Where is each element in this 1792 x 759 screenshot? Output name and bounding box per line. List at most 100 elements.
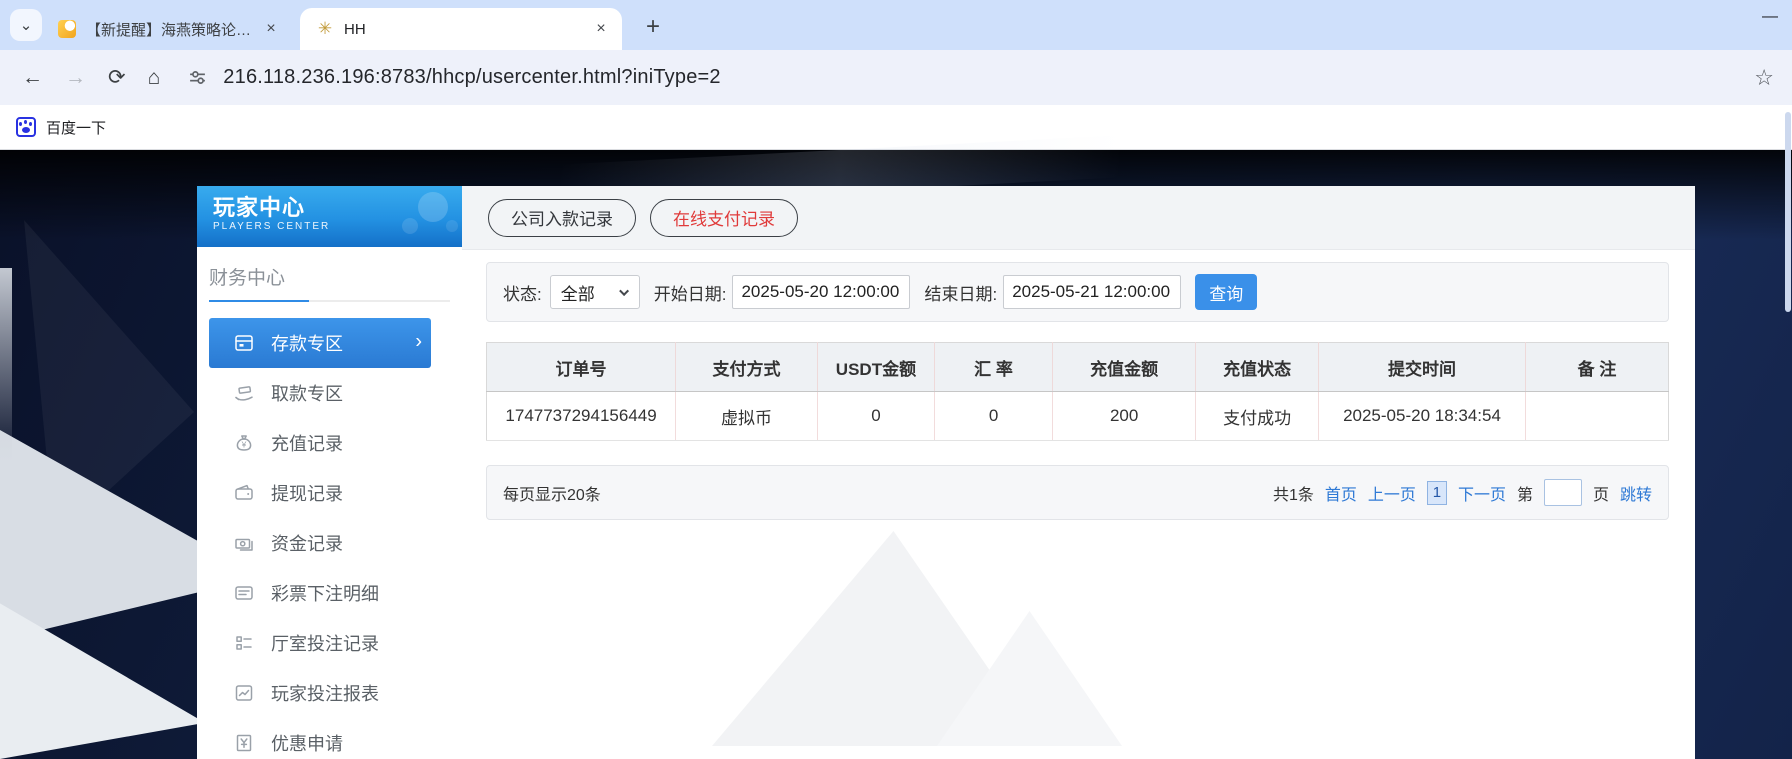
jump-suffix-label: 页 xyxy=(1592,486,1609,504)
tab-search-button[interactable]: ⌄ xyxy=(10,9,42,41)
record-content: 状态: 全部 开始日期: 结束日期: 查询 xyxy=(462,250,1695,520)
bookmarks-bar: 百度一下 xyxy=(0,105,1792,150)
hall-bet-record-icon xyxy=(233,632,255,654)
recharge-record-icon: ¥ xyxy=(233,432,255,454)
minimize-window-button[interactable]: — xyxy=(1762,8,1778,26)
sidebar-item-hall-bet-record[interactable]: 厅室投注记录 xyxy=(197,618,462,668)
cell-usdt-amount: 0 xyxy=(816,391,935,441)
sidebar-section-finance: 财务中心 xyxy=(209,268,286,289)
cell-order-no: 1747737294156449 xyxy=(486,391,676,441)
status-select[interactable]: 全部 xyxy=(549,275,640,309)
reload-icon[interactable]: ⟳ xyxy=(108,65,126,90)
baidu-paw-icon xyxy=(16,117,36,137)
sidebar-item-label: 玩家投注报表 xyxy=(271,684,379,704)
home-icon[interactable]: ⌂ xyxy=(148,66,161,90)
bookmark-baidu[interactable]: 百度一下 xyxy=(46,117,106,138)
bookmark-star-icon[interactable]: ☆ xyxy=(1754,65,1774,91)
tab-online-payment-record[interactable]: 在线支付记录 xyxy=(650,198,798,237)
address-bar-url[interactable]: 216.118.236.196:8783/hhcp/usercenter.htm… xyxy=(223,66,720,89)
cell-payment-method: 虚拟币 xyxy=(675,391,818,441)
back-icon[interactable]: ← xyxy=(22,66,43,90)
end-date-label: 结束日期: xyxy=(924,284,998,304)
cell-recharge-status: 支付成功 xyxy=(1195,391,1319,441)
forward-icon[interactable]: → xyxy=(65,66,86,90)
main-content-panel: 公司入款记录 在线支付记录 状态: 全部 开始日期: 结束日期: 查询 xyxy=(462,186,1695,759)
pagination-bar: 每页显示20条 共1条 首页 上一页 1 下一页 第 页 跳转 xyxy=(486,465,1669,520)
jump-page-input[interactable] xyxy=(1543,479,1582,506)
chevron-right-icon: › xyxy=(415,330,422,353)
col-exchange-rate: 汇 率 xyxy=(933,342,1053,392)
screenshot-root: ⌄ 【新提醒】海燕策略论坛 - × ✳ HH × + — ← → ⟳ ⌂ 216 xyxy=(0,0,1792,759)
next-page-link[interactable]: 下一页 xyxy=(1458,481,1506,505)
cell-submit-time: 2025-05-20 18:34:54 xyxy=(1318,391,1526,441)
jump-link[interactable]: 跳转 xyxy=(1620,481,1652,505)
promo-apply-icon xyxy=(233,732,255,754)
deposit-icon xyxy=(233,332,255,354)
sidebar-item-funds-record[interactable]: 资金记录 xyxy=(197,518,462,568)
total-count: 共1条 xyxy=(1273,486,1314,504)
browser-tab-forum[interactable]: 【新提醒】海燕策略论坛 - × xyxy=(42,8,292,50)
filter-bar: 状态: 全部 开始日期: 结束日期: 查询 xyxy=(486,262,1669,322)
cell-recharge-amount: 200 xyxy=(1052,391,1196,441)
section-divider xyxy=(209,300,450,302)
col-order-no: 订单号 xyxy=(486,342,676,392)
payment-records-table: 订单号 支付方式 USDT金额 汇 率 充值金额 充值状态 提交时间 备 注 1 xyxy=(486,342,1669,441)
sidebar-item-label: 厅室投注记录 xyxy=(271,634,379,654)
col-submit-time: 提交时间 xyxy=(1318,342,1526,392)
sidebar-item-withdrawal-record[interactable]: 提现记录 xyxy=(197,468,462,518)
record-tab-row: 公司入款记录 在线支付记录 xyxy=(462,186,1695,250)
search-button[interactable]: 查询 xyxy=(1195,274,1258,310)
decorative-circle xyxy=(418,192,448,222)
prev-page-link[interactable]: 上一页 xyxy=(1368,481,1416,505)
sidebar-header: 玩家中心 PLAYERS CENTER xyxy=(197,186,462,247)
col-usdt-amount: USDT金额 xyxy=(816,342,935,392)
page-scrollbar-thumb[interactable] xyxy=(1785,112,1791,312)
sidebar-item-recharge-record[interactable]: ¥ 充值记录 xyxy=(197,418,462,468)
table-row: 1747737294156449 虚拟币 0 0 200 支付成功 2025-0… xyxy=(486,391,1669,441)
close-icon[interactable]: × xyxy=(260,18,282,40)
col-payment-method: 支付方式 xyxy=(675,342,818,392)
site-settings-icon[interactable] xyxy=(188,68,207,87)
player-center-sidebar: 玩家中心 PLAYERS CENTER 财务中心 存款专区 › 取款专区 ¥ 充… xyxy=(197,186,462,759)
current-page-badge[interactable]: 1 xyxy=(1426,480,1447,505)
col-recharge-amount: 充值金额 xyxy=(1052,342,1196,392)
end-date-input[interactable] xyxy=(1003,275,1182,309)
chevron-down-icon: ⌄ xyxy=(19,17,33,34)
first-page-link[interactable]: 首页 xyxy=(1325,481,1357,505)
withdraw-icon xyxy=(233,382,255,404)
new-tab-button[interactable]: + xyxy=(638,12,668,42)
browser-tab-strip: ⌄ 【新提醒】海燕策略论坛 - × ✳ HH × + — xyxy=(0,0,1792,50)
withdrawal-record-icon xyxy=(233,482,255,504)
browser-toolbar: ← → ⟳ ⌂ 216.118.236.196:8783/hhcp/userce… xyxy=(0,50,1792,105)
browser-tab-hh[interactable]: ✳ HH × xyxy=(300,8,622,50)
sidebar-item-player-bet-report[interactable]: 玩家投注报表 xyxy=(197,668,462,718)
start-date-label: 开始日期: xyxy=(653,284,727,304)
sidebar-item-label: 充值记录 xyxy=(271,434,343,454)
sidebar-item-withdraw-zone[interactable]: 取款专区 xyxy=(197,368,462,418)
background-edge-highlight xyxy=(0,268,12,463)
sidebar-item-label: 彩票下注明细 xyxy=(271,584,379,604)
cell-exchange-rate: 0 xyxy=(933,391,1053,441)
start-date-input[interactable] xyxy=(732,275,911,309)
close-icon[interactable]: × xyxy=(590,18,612,40)
status-label: 状态: xyxy=(503,284,542,304)
svg-text:¥: ¥ xyxy=(241,439,247,449)
sidebar-item-label: 提现记录 xyxy=(271,484,343,504)
webpage-background: 玩家中心 PLAYERS CENTER 财务中心 存款专区 › 取款专区 ¥ 充… xyxy=(0,135,1792,759)
sidebar-item-promo-apply[interactable]: 优惠申请 xyxy=(197,718,462,759)
tab-title: 【新提醒】海燕策略论坛 - xyxy=(86,21,254,39)
col-recharge-status: 充值状态 xyxy=(1195,342,1319,392)
table-header-row: 订单号 支付方式 USDT金额 汇 率 充值金额 充值状态 提交时间 备 注 xyxy=(486,342,1669,392)
funds-record-icon xyxy=(233,532,255,554)
sidebar-item-label: 优惠申请 xyxy=(271,734,343,754)
pagination-controls: 共1条 首页 上一页 1 下一页 第 页 跳转 xyxy=(1273,479,1652,506)
status-selected-value: 全部 xyxy=(560,284,595,304)
sidebar-item-label: 资金记录 xyxy=(271,534,343,554)
sidebar-item-label: 存款专区 xyxy=(271,334,343,354)
tab-company-deposit-record[interactable]: 公司入款记录 xyxy=(488,198,636,237)
sidebar-item-deposit-zone[interactable]: 存款专区 › xyxy=(209,318,431,368)
lottery-bet-detail-icon xyxy=(233,582,255,604)
hh-favicon-icon: ✳ xyxy=(317,19,333,38)
page-size-label: 每页显示20条 xyxy=(503,486,601,504)
sidebar-item-lottery-bet-detail[interactable]: 彩票下注明细 xyxy=(197,568,462,618)
